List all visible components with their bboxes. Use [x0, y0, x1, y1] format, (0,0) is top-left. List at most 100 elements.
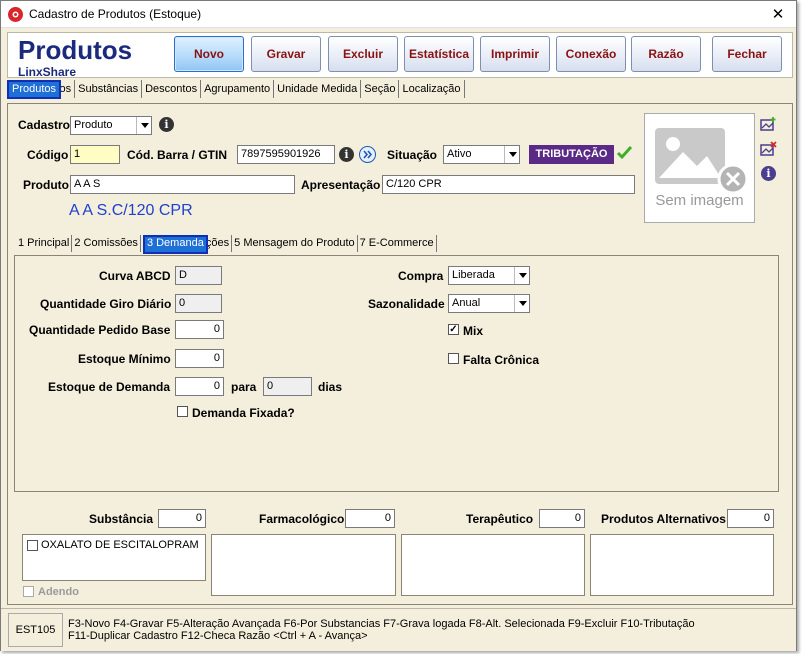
chevron-down-icon [136, 117, 151, 134]
remove-image-icon[interactable] [760, 141, 777, 160]
compra-select[interactable]: Liberada [448, 266, 530, 285]
substancia-count-field[interactable]: 0 [158, 509, 206, 528]
farmacologico-list[interactable] [211, 534, 396, 596]
tab-ecommerce[interactable]: 7 E-Commerce [358, 235, 437, 252]
falta-cronica-checkbox[interactable] [448, 353, 459, 364]
estatistica-button[interactable]: Estatística [404, 36, 474, 72]
demanda-label: Estoque de Demanda [48, 380, 171, 394]
excluir-button[interactable]: Excluir [328, 36, 398, 72]
pedido-field[interactable]: 0 [175, 320, 224, 339]
farmacologico-label: Farmacológico [259, 512, 345, 526]
page-title: Produtos [18, 35, 133, 65]
adendo-label: Adendo [38, 586, 79, 598]
substancia-item-checkbox[interactable] [27, 539, 38, 551]
codigo-field[interactable]: 1 [70, 145, 120, 164]
pedido-label: Quantidade Pedido Base [29, 323, 171, 337]
produto-field[interactable]: A A S [70, 175, 295, 194]
dias-field[interactable]: 0 [263, 377, 312, 396]
tab-comissoes[interactable]: 2 Comissões [72, 235, 141, 252]
add-image-icon[interactable] [760, 116, 777, 135]
novo-button[interactable]: Novo [174, 36, 244, 72]
situacao-label: Situação [387, 148, 438, 162]
terapeutico-label: Terapêutico [466, 512, 534, 526]
demanda-fixada-label: Demanda Fixada? [192, 406, 295, 420]
tributacao-button[interactable]: TRIBUTAÇÃO [529, 145, 614, 164]
cadastro-label: Cadastro [18, 118, 71, 132]
tab-unidade-medida[interactable]: Unidade Medida [274, 80, 362, 98]
demanda-panel [14, 255, 779, 492]
gravar-button[interactable]: Gravar [251, 36, 321, 72]
alternativos-label: Produtos Alternativos [601, 512, 726, 526]
gtin-field[interactable]: 7897595901926 [237, 145, 335, 164]
close-window-button[interactable]: ✕ [761, 1, 795, 28]
compra-value: Liberada [452, 269, 495, 281]
situacao-select[interactable]: Ativo [443, 145, 520, 164]
list-item[interactable]: OXALATO DE ESCITALOPRAM [27, 539, 199, 551]
dias-label: dias [318, 380, 343, 394]
codigo-label: Código [27, 148, 69, 162]
farmacologico-count-field[interactable]: 0 [345, 509, 395, 528]
giro-field[interactable]: 0 [175, 294, 222, 313]
header: Produtos LinxShare Novo Gravar Excluir E… [7, 32, 793, 79]
no-image-label: Sem imagem [655, 192, 744, 209]
brand-subtitle: LinxShare [18, 65, 77, 79]
tab-mensagem-produto[interactable]: 5 Mensagem do Produto [232, 235, 358, 252]
substancia-list[interactable]: OXALATO DE ESCITALOPRAM [22, 534, 206, 581]
sazonalidade-select[interactable]: Anual [448, 294, 530, 313]
tab-agrupamento[interactable]: Agrupamento [201, 80, 275, 98]
compra-label: Compra [398, 269, 444, 283]
app-icon [8, 7, 23, 22]
chevron-down-icon [514, 295, 529, 312]
imprimir-button[interactable]: Imprimir [480, 36, 550, 72]
curva-label: Curva ABCD [99, 269, 171, 283]
sazonalidade-value: Anual [452, 297, 481, 309]
cadastro-value: Produto [74, 119, 113, 131]
tab-descontos[interactable]: Descontos [142, 80, 202, 98]
image-info-icon[interactable]: i [761, 166, 776, 181]
fechar-button[interactable]: Fechar [712, 36, 782, 72]
produto-label: Produto [23, 178, 69, 192]
alternativos-list[interactable] [590, 534, 774, 596]
window-title: Cadastro de Produtos (Estoque) [29, 7, 202, 21]
tab-secao[interactable]: Seção [361, 80, 400, 98]
demanda-field[interactable]: 0 [175, 377, 224, 396]
alternativos-count-field[interactable]: 0 [727, 509, 774, 528]
terapeutico-list[interactable] [401, 534, 585, 596]
tab-principal[interactable]: 1 Principal [16, 235, 73, 252]
substancia-label: Substância [89, 512, 154, 526]
tab-localizacao[interactable]: Localização [399, 80, 465, 98]
curva-field[interactable]: D [175, 266, 222, 285]
top-tab-bar: ProdutosLaboratóriosSubstânciasDescontos… [7, 80, 465, 100]
product-image[interactable]: Sem imagem [644, 113, 755, 223]
giro-label: Quantidade Giro Diário [40, 297, 172, 311]
sub-tab-bar: 1 Principal2 Comissões3 Demanda4 Movimen… [16, 235, 437, 254]
adendo-checkbox[interactable] [23, 586, 34, 597]
terapeutico-count-field[interactable]: 0 [539, 509, 585, 528]
demanda-fixada-checkbox[interactable] [177, 406, 188, 417]
apresentacao-label: Apresentação [301, 178, 381, 192]
cadastro-select[interactable]: Produto [70, 116, 152, 135]
mix-checkbox[interactable]: ✓ [448, 324, 459, 335]
product-display-name: A A S.C/120 CPR [69, 202, 193, 219]
apresentacao-field[interactable]: C/120 CPR [382, 175, 635, 194]
chevron-down-icon [514, 267, 529, 284]
falta-cronica-label: Falta Crônica [463, 353, 540, 367]
razao-button[interactable]: Razão [631, 36, 701, 72]
next-arrow-icon[interactable] [359, 146, 376, 163]
shortcut-line-1: F3-Novo F4-Gravar F5-Alteração Avançada … [68, 618, 695, 630]
substancia-item-label: OXALATO DE ESCITALOPRAM [41, 539, 199, 551]
minimo-field[interactable]: 0 [175, 349, 224, 368]
image-placeholder-icon [655, 128, 749, 195]
chevron-down-icon [504, 146, 519, 163]
barra-label: Cód. Barra / GTIN [127, 148, 228, 162]
tab-substancias[interactable]: Substâncias [75, 80, 143, 98]
conexao-button[interactable]: Conexão [556, 36, 626, 72]
gtin-info-icon[interactable]: i [339, 147, 354, 162]
shortcut-line-2: F11-Duplicar Cadastro F12-Checa Razão <C… [68, 630, 368, 642]
shortcut-help: F3-Novo F4-Gravar F5-Alteração Avançada … [68, 618, 695, 642]
tab-produtos[interactable]: Produtos [7, 80, 62, 99]
checkmark-icon [616, 145, 633, 163]
tab-demanda[interactable]: 3 Demanda [142, 235, 208, 254]
info-icon[interactable]: i [159, 117, 174, 132]
sazonalidade-label: Sazonalidade [368, 297, 445, 311]
